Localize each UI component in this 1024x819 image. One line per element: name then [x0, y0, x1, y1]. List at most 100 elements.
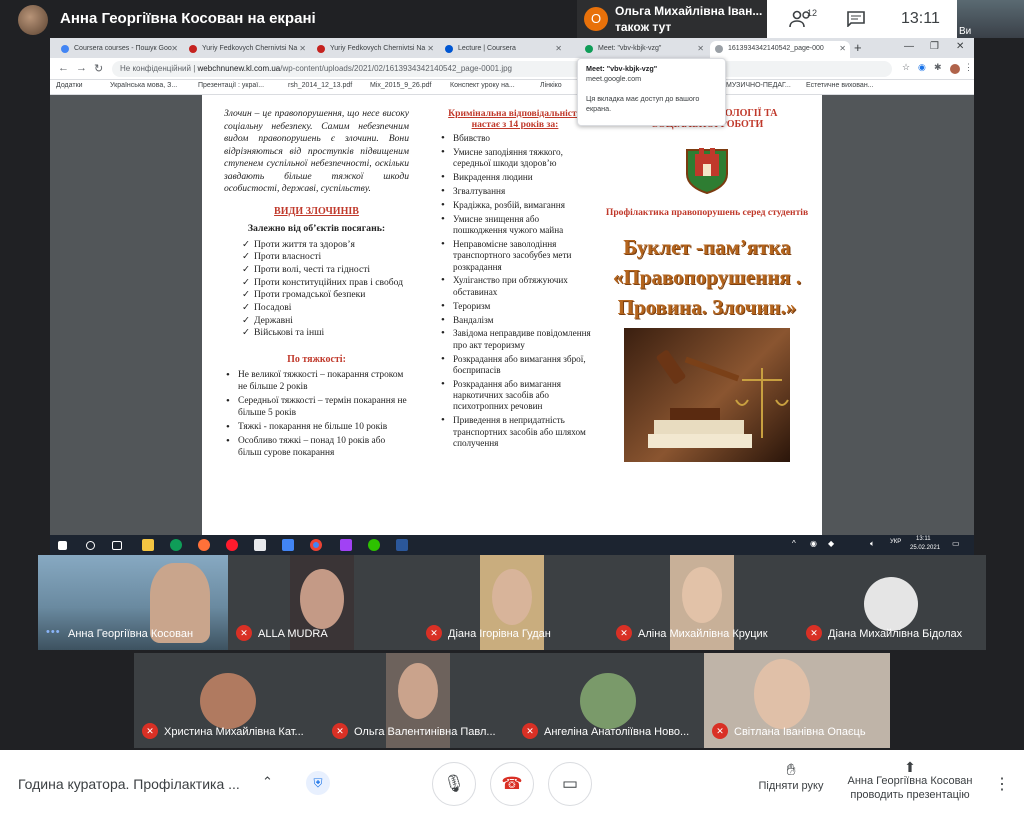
browser-tab-active[interactable]: 1613934342140542_page-000 ✕	[710, 41, 850, 58]
present-screen-icon: ⬆	[904, 759, 916, 775]
participant-tile[interactable]: ✕ ALLA MUDRA	[228, 555, 418, 650]
list-item: Проти власності	[242, 251, 409, 264]
university-crest-icon	[686, 148, 728, 195]
chrome-icon[interactable]	[310, 539, 322, 551]
new-tab-icon[interactable]: +	[854, 40, 862, 55]
bookmark-item[interactable]: МУЗИЧНО-ПЕДАГ...	[726, 82, 791, 89]
store-icon[interactable]	[254, 539, 266, 551]
chat-icon[interactable]	[847, 11, 865, 27]
meeting-controls-bar: Година куратора. Профілактика ... ⌃ ⛨ 🎙︎…	[0, 750, 1024, 819]
close-icon[interactable]: ✕	[299, 44, 306, 53]
menu-icon[interactable]: ⋮	[964, 62, 973, 73]
tab-label: Coursera courses - Пошук Goo	[74, 45, 172, 52]
minimize-icon[interactable]: —	[904, 41, 914, 52]
participant-avatar	[200, 673, 256, 729]
participant-tile[interactable]: ✕ Ольга Валентинівна Павл...	[324, 653, 514, 748]
hand-icon: ✋︎	[786, 762, 796, 779]
bookmark-item[interactable]: Лінкіко	[540, 82, 562, 89]
mail-icon[interactable]	[282, 539, 294, 551]
bookmark-item[interactable]: Конспект уроку на...	[450, 82, 515, 89]
end-call-button[interactable]: ☎︎	[490, 762, 534, 806]
browser-tab[interactable]: Meet: "vbv-kbjk-vzg" ✕	[580, 41, 708, 58]
list-item: Проти волі, честі та гідності	[242, 264, 409, 277]
firefox-icon[interactable]	[198, 539, 210, 551]
bookmark-item[interactable]: Презентації : украї...	[198, 82, 264, 89]
meeting-title[interactable]: Година куратора. Профілактика ...	[18, 776, 240, 792]
participant-tile[interactable]: ✕ Діана Михайлівна Бідолах	[798, 555, 986, 650]
speaker-icon[interactable]: ◆	[828, 539, 834, 548]
self-view[interactable]: Ви	[957, 0, 1024, 38]
more-options-icon[interactable]: ⋮	[994, 774, 1010, 794]
close-icon[interactable]: ✕	[555, 44, 562, 53]
tab-favicon-icon	[715, 45, 723, 53]
browser-tab[interactable]: Coursera courses - Пошук Goo ✕	[56, 41, 182, 58]
participant-name: Аліна Михайлівна Круцик	[638, 628, 768, 640]
microphone-button[interactable]: 🎙︎	[432, 762, 476, 806]
participant-count: 12	[807, 8, 818, 18]
windows-start-icon[interactable]	[58, 541, 67, 550]
close-icon[interactable]: ✕	[839, 44, 846, 53]
join-notification[interactable]: О Ольга Михайлівна Іван... також тут	[577, 0, 767, 38]
bookmark-item[interactable]: Mix_2015_9_26.pdf	[370, 82, 432, 89]
opera-icon[interactable]	[226, 539, 238, 551]
top-right-panel: 12 13:11 Ви	[767, 0, 1024, 38]
presenter-name: Анна Георгіївна Косован	[847, 775, 973, 787]
url-field[interactable]: Не конфіденційний | webchnunew.kl.com.ua…	[112, 61, 892, 77]
network-icon[interactable]: ◉	[810, 539, 817, 548]
language-indicator[interactable]: УКР	[890, 539, 901, 545]
close-icon[interactable]: ✕	[427, 44, 434, 53]
notifications-icon[interactable]: ▭	[952, 539, 960, 548]
close-icon[interactable]: ✕	[697, 44, 704, 53]
search-icon[interactable]	[86, 541, 95, 550]
extension-icon[interactable]: ◉	[918, 62, 926, 73]
star-icon[interactable]: ☆	[902, 62, 910, 73]
participant-tile[interactable]: ✕ Аліна Михайлівна Круцик	[608, 555, 798, 650]
task-view-icon[interactable]	[112, 541, 122, 550]
booklet-left-column: Злочин – це правопорушення, що несе висо…	[224, 108, 409, 461]
puzzle-icon[interactable]: ✱	[934, 62, 942, 73]
reload-icon[interactable]: ↻	[94, 62, 103, 75]
back-icon[interactable]: ←	[58, 62, 69, 74]
camera-button[interactable]: ▭	[548, 762, 592, 806]
notification-subtitle: також тут	[615, 20, 672, 34]
browser-tab[interactable]: Yuriy Fedkovych Chernivtsi Na ✕	[184, 41, 310, 58]
raise-hand-button[interactable]: ✋︎ Підняти руку	[748, 762, 834, 792]
camera-icon: ▭	[561, 774, 579, 793]
photos-icon[interactable]	[340, 539, 352, 551]
notification-avatar: О	[584, 7, 608, 31]
bookmark-item[interactable]: Додатки	[56, 82, 83, 89]
chevron-up-icon[interactable]: ⌃	[262, 774, 273, 790]
file-explorer-icon[interactable]	[142, 539, 154, 551]
window-close-icon[interactable]: ✕	[956, 41, 964, 52]
profile-avatar[interactable]	[950, 64, 960, 74]
participant-name: Ангеліна Анатоліївна Ново...	[544, 726, 690, 738]
participant-tile[interactable]: ••• Анна Георгіївна Косован	[38, 555, 228, 650]
mic-off-icon: ✕	[616, 625, 632, 641]
word-icon[interactable]	[396, 539, 408, 551]
browser-tab[interactable]: Lecture | Coursera ✕	[440, 41, 566, 58]
forward-icon[interactable]: →	[76, 62, 87, 74]
volume-icon[interactable]: 🔈︎	[870, 539, 875, 549]
shield-icon[interactable]: ⛨	[306, 771, 330, 795]
edge-icon[interactable]	[170, 539, 182, 551]
maximize-icon[interactable]: ❐	[930, 41, 939, 52]
presenting-label: проводить презентацію	[850, 789, 970, 801]
participant-tile[interactable]: ✕ Ангеліна Анатоліївна Ново...	[514, 653, 704, 748]
participant-tile[interactable]: ✕ Христина Михайлівна Кат...	[134, 653, 324, 748]
taskbar-date: 25.02.2021	[910, 545, 941, 551]
browser-tab[interactable]: Yuriy Fedkovych Chernivtsi Na ✕	[312, 41, 438, 58]
bookmark-item[interactable]: rsh_2014_12_13.pdf	[288, 82, 352, 89]
presenting-button[interactable]: ⬆ Анна Георгіївна Косован проводить през…	[842, 760, 978, 802]
wechat-icon[interactable]	[368, 539, 380, 551]
tab-favicon-icon	[189, 45, 197, 53]
participant-tile[interactable]: ✕ Світлана Іванівна Опаєць	[704, 653, 890, 748]
tray-chevron-icon[interactable]: ^	[792, 539, 796, 548]
severity-list: Не великої тяжкості – покарання строком …	[224, 369, 409, 459]
bookmark-item[interactable]: Українська мова, З...	[110, 82, 177, 89]
participant-tile[interactable]: ✕ Діана Ігорівна Гудан	[418, 555, 608, 650]
participant-name: Діана Михайлівна Бідолах	[828, 628, 963, 640]
list-item: Проти громадської безпеки	[242, 289, 409, 302]
meeting-top-bar: Анна Георгіївна Косован на екрані О Ольг…	[0, 0, 1024, 38]
close-icon[interactable]: ✕	[171, 44, 178, 53]
bookmark-item[interactable]: Естетичне вихован...	[806, 82, 874, 89]
